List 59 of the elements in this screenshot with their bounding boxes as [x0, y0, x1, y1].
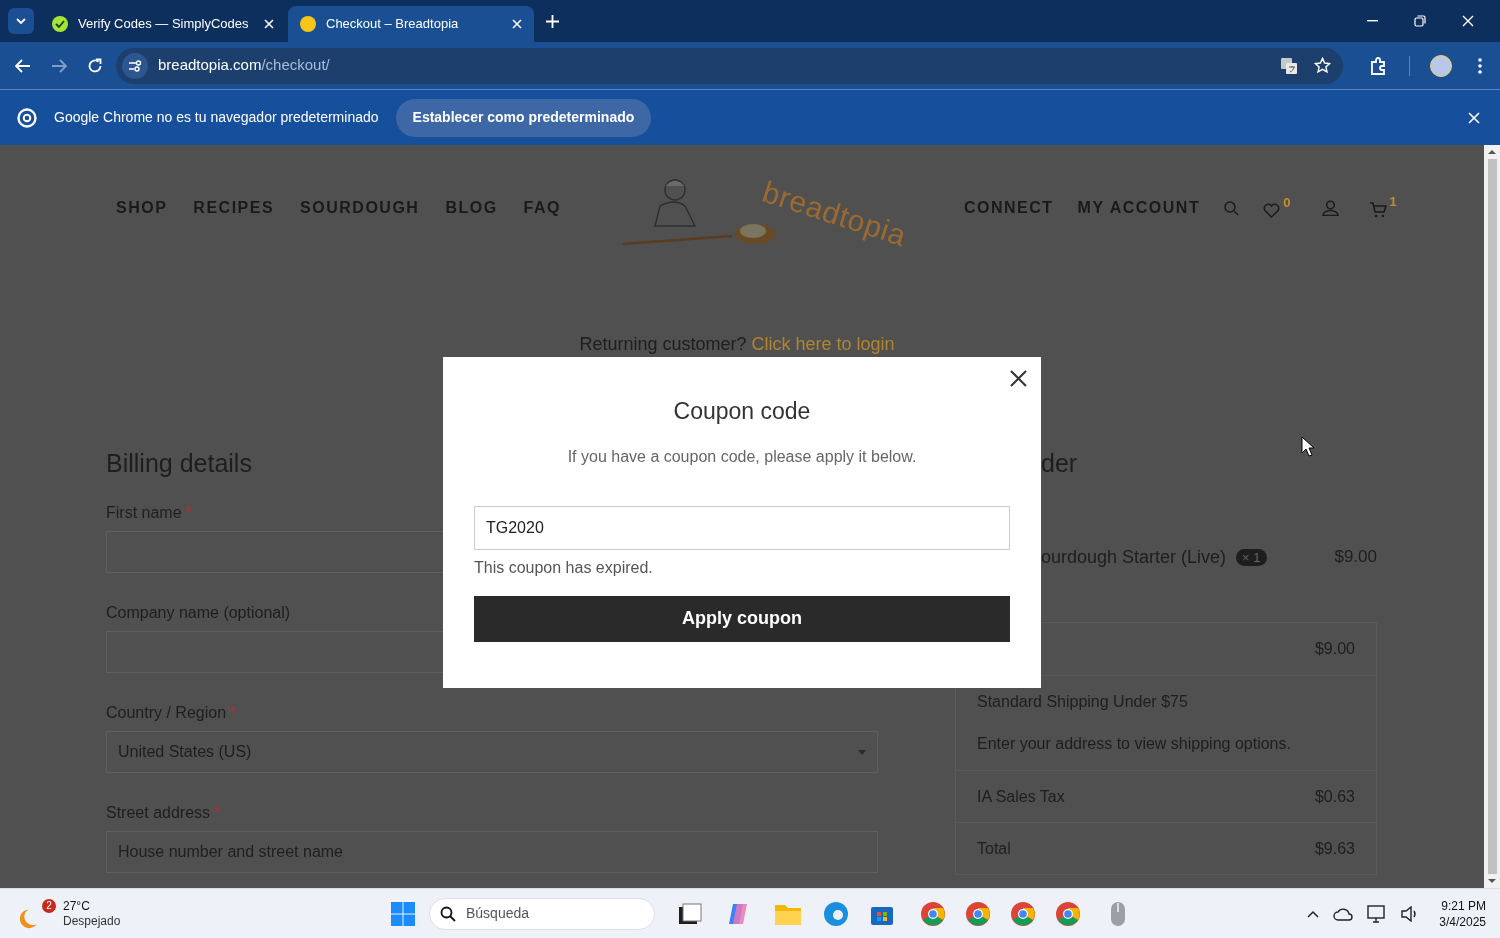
browser-tab[interactable]: Checkout – Breadtopia — [288, 6, 534, 42]
login-link[interactable]: Click here to login — [751, 334, 895, 354]
circle-favicon-icon — [300, 16, 316, 32]
scrollbar[interactable] — [1484, 145, 1500, 888]
url-path: /checkout/ — [261, 56, 330, 74]
mouse-cursor-icon — [1301, 436, 1315, 457]
dialog-subtitle: If you have a coupon code, please apply it below. — [567, 446, 917, 467]
star-icon[interactable] — [1314, 57, 1331, 74]
restore-icon — [1414, 15, 1426, 27]
notification-badge: 2 — [42, 898, 56, 913]
close-icon[interactable] — [1468, 111, 1480, 124]
forward-arrow-icon — [51, 58, 67, 73]
network-monitor-icon[interactable] — [1367, 904, 1388, 923]
weather-condition-text: Despejado — [63, 913, 121, 929]
back-arrow-icon — [15, 58, 31, 73]
minimize-icon — [1366, 20, 1378, 22]
reload-icon — [87, 57, 103, 74]
close-button[interactable] — [1008, 368, 1028, 388]
menu-icon[interactable] — [1478, 57, 1482, 74]
url-host: breadtopia.com — [158, 56, 262, 74]
apply-coupon-button[interactable]: Apply coupon — [474, 595, 1010, 642]
profile-avatar-icon[interactable] — [1430, 54, 1452, 77]
taskbar-search-field[interactable]: Búsqueda — [429, 897, 655, 930]
quantity-badge: × 1 — [1236, 548, 1267, 566]
scroll-down-arrow-icon[interactable] — [1488, 878, 1496, 884]
chrome-browser-icon[interactable] — [1054, 899, 1082, 928]
temperature-text: 27°C — [63, 898, 91, 914]
task-view-icon[interactable] — [678, 902, 702, 925]
search-placeholder: Búsqueda — [466, 904, 530, 923]
clock-date[interactable]: 3/4/2025 — [1439, 913, 1486, 930]
chevron-up-icon[interactable] — [1307, 909, 1320, 918]
clock-time[interactable]: 9:21 PM — [1441, 897, 1486, 914]
chevron-down-icon — [16, 18, 26, 24]
cart-count: 1 — [1389, 193, 1397, 211]
infobar-message: Google Chrome no es tu navegador predeterminado — [54, 108, 379, 127]
translate-icon[interactable] — [1280, 56, 1298, 75]
chrome-logo-icon — [17, 107, 37, 128]
close-tab-icon[interactable] — [264, 19, 274, 29]
cloud-icon[interactable] — [1333, 906, 1354, 921]
windows-start-icon[interactable] — [390, 900, 416, 927]
set-default-button[interactable]: Establecer como predeterminado — [395, 98, 652, 137]
dialog-title: Coupon code — [673, 397, 811, 426]
close-tab-icon[interactable] — [512, 19, 522, 29]
dropdown-caret-icon — [858, 749, 866, 755]
wishlist-count: 0 — [1283, 193, 1291, 212]
tab-list-button[interactable] — [8, 8, 34, 34]
site-settings-icon — [128, 59, 142, 72]
scroll-up-arrow-icon[interactable] — [1488, 149, 1496, 155]
coupon-code-field[interactable]: TG2020 — [474, 505, 1010, 550]
chrome-browser-icon[interactable] — [964, 899, 992, 928]
chrome-browser-icon[interactable] — [1009, 899, 1037, 928]
close-icon — [1462, 15, 1474, 27]
address-bar[interactable]: breadtopia.com/checkout/ — [116, 47, 1343, 84]
close-icon — [1009, 369, 1027, 387]
chrome-browser-icon[interactable] — [919, 899, 947, 928]
plus-icon — [545, 14, 559, 28]
search-icon — [440, 905, 456, 922]
error-message: This coupon has expired. — [474, 557, 654, 578]
checkmark-favicon-icon — [52, 16, 68, 32]
